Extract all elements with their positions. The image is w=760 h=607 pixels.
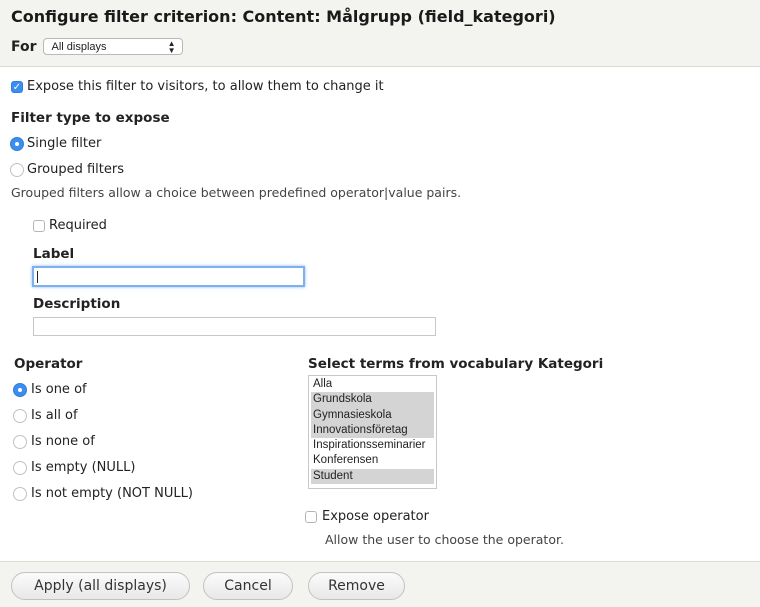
expose-filter-checkbox[interactable]: ✓ <box>11 80 23 93</box>
operator-option[interactable]: Is one of <box>13 382 87 397</box>
filter-type-heading: Filter type to expose <box>11 110 170 126</box>
term-option[interactable]: Alla <box>311 377 434 392</box>
radio-button[interactable] <box>10 162 24 177</box>
terms-heading: Select terms from vocabulary Kategori <box>308 356 604 372</box>
expose-operator-description: Allow the user to choose the operator. <box>325 532 564 547</box>
filter-type-description: Grouped filters allow a choice between p… <box>11 185 462 200</box>
operator-option[interactable]: Is all of <box>13 408 78 423</box>
radio-label: Is empty (NULL) <box>31 460 136 475</box>
radio-single-filter[interactable]: Single filter <box>10 136 101 151</box>
operator-option[interactable]: Is none of <box>13 434 95 449</box>
expose-operator-row[interactable]: Expose operator <box>305 509 429 524</box>
for-row: For All displays ▲ ▼ <box>11 38 183 55</box>
radio-button[interactable] <box>13 408 27 423</box>
expose-filter-label: Expose this filter to visitors, to allow… <box>27 79 384 94</box>
required-checkbox[interactable] <box>33 219 45 232</box>
operator-option[interactable]: Is not empty (NOT NULL) <box>13 486 193 501</box>
radio-button[interactable] <box>13 382 27 397</box>
text-caret <box>37 271 38 283</box>
term-option[interactable]: Grundskola <box>311 392 434 408</box>
terms-listbox[interactable]: Alla Grundskola Gymnasieskola Innovation… <box>308 375 437 489</box>
remove-button[interactable]: Remove <box>308 572 405 600</box>
display-select[interactable]: All displays ▲ ▼ <box>42 38 183 55</box>
expose-operator-checkbox[interactable] <box>305 510 317 523</box>
radio-button[interactable] <box>13 434 27 449</box>
radio-label: Single filter <box>27 136 102 151</box>
radio-label: Is not empty (NOT NULL) <box>31 486 193 501</box>
term-option[interactable]: Gymnasieskola <box>311 407 434 423</box>
dialog-title: Configure filter criterion: Content: Mål… <box>11 7 556 26</box>
required-label: Required <box>49 218 107 233</box>
cancel-button[interactable]: Cancel <box>203 572 293 600</box>
operator-option[interactable]: Is empty (NULL) <box>13 460 135 475</box>
term-option[interactable]: Innovationsföretag <box>311 422 434 439</box>
expose-operator-label: Expose operator <box>322 509 429 524</box>
dialog-header: Configure filter criterion: Content: Mål… <box>0 0 760 67</box>
label-heading: Label <box>33 246 75 262</box>
term-option[interactable]: Konferensen <box>311 453 434 468</box>
expose-filter-row[interactable]: ✓ Expose this filter to visitors, to all… <box>11 79 384 94</box>
apply-button[interactable]: Apply (all displays) <box>11 572 190 600</box>
radio-label: Is one of <box>31 382 87 397</box>
radio-button[interactable] <box>13 486 27 501</box>
term-option[interactable]: Inspirationsseminarier <box>311 438 434 453</box>
radio-button[interactable] <box>13 460 27 475</box>
required-row[interactable]: Required <box>33 218 107 233</box>
radio-grouped-filters[interactable]: Grouped filters <box>10 162 124 177</box>
description-input[interactable] <box>33 317 436 336</box>
dialog-footer: Apply (all displays) Cancel Remove <box>0 561 760 607</box>
radio-label: Grouped filters <box>27 162 124 177</box>
radio-label: Is none of <box>31 434 95 449</box>
operator-heading: Operator <box>14 356 83 372</box>
for-label: For <box>11 38 37 55</box>
label-input[interactable] <box>32 266 305 287</box>
radio-button[interactable] <box>10 136 24 151</box>
radio-label: Is all of <box>31 408 78 423</box>
display-select-value: All displays <box>51 40 107 53</box>
select-updown-arrows-icon: ▲ ▼ <box>167 39 176 55</box>
term-option[interactable]: Student <box>311 468 434 485</box>
description-heading: Description <box>33 296 121 312</box>
